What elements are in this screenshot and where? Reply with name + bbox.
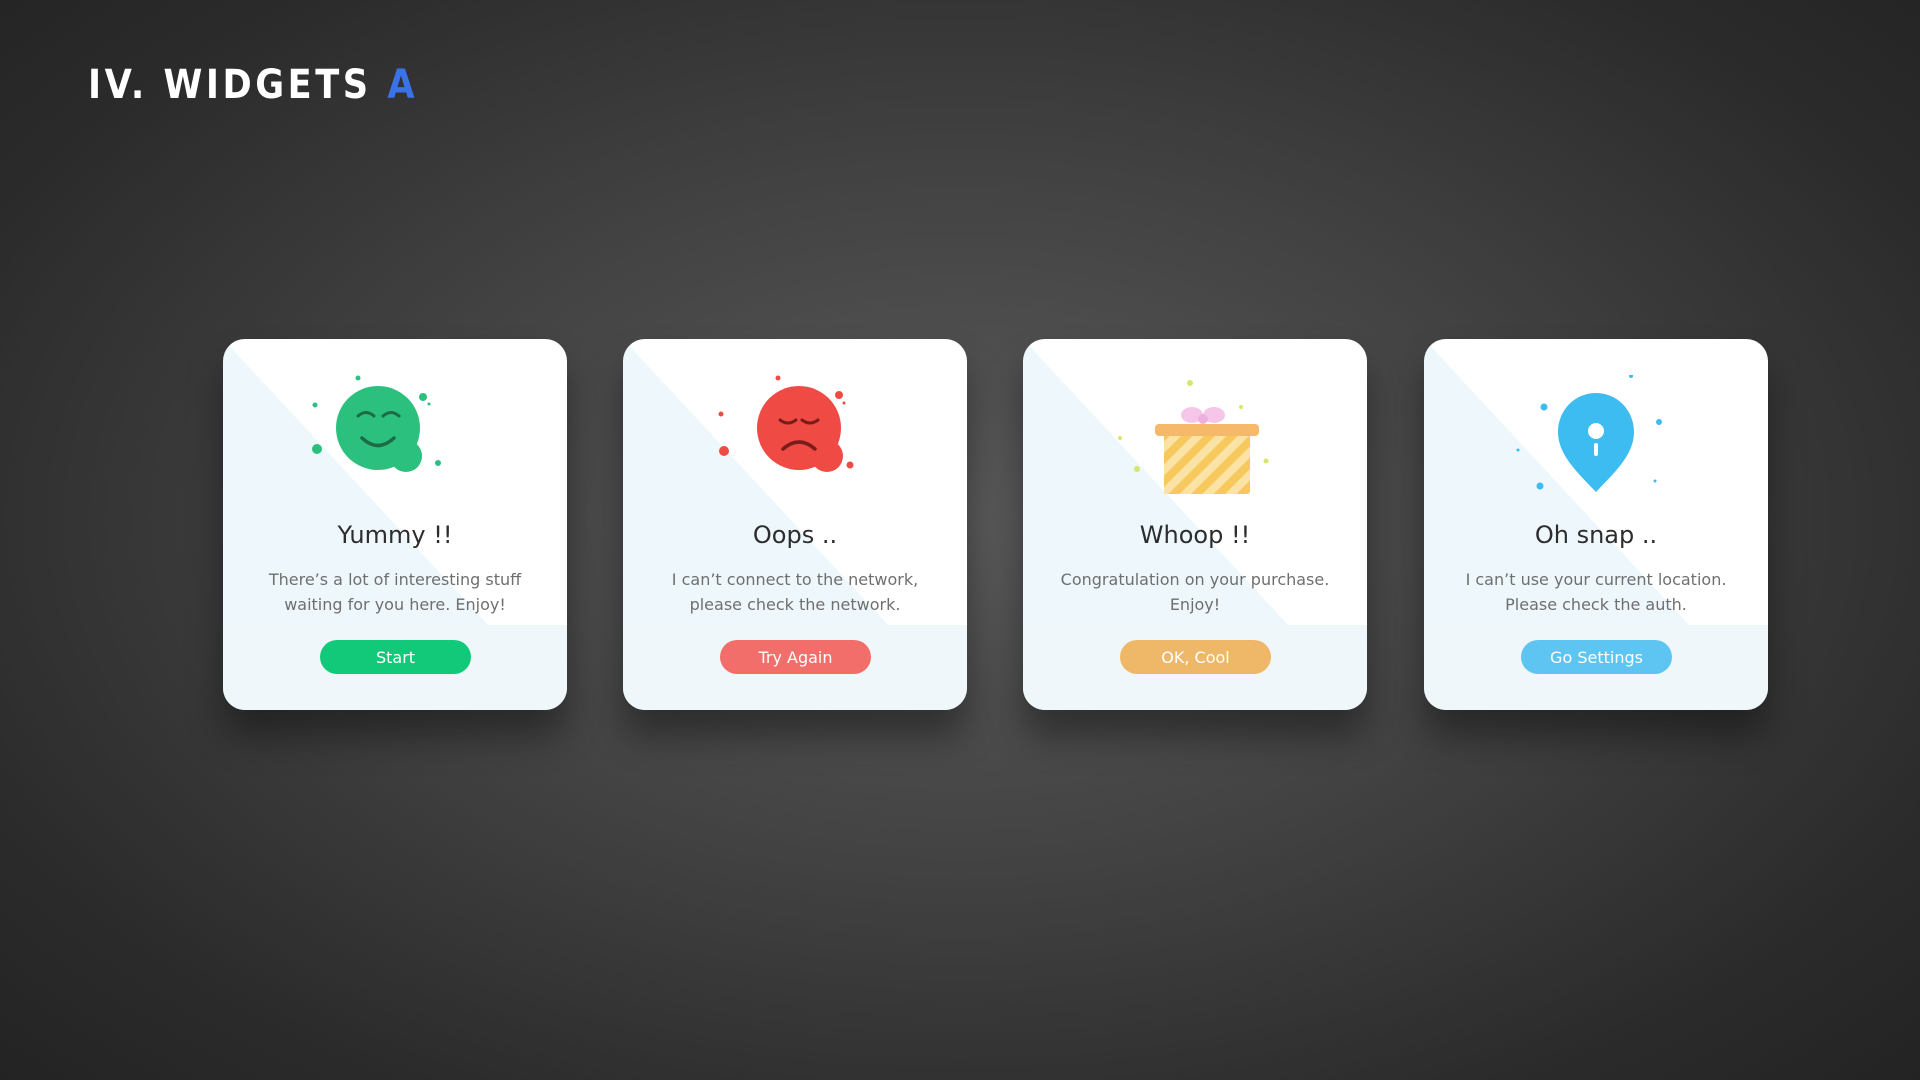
card-message-line: There’s a lot of interesting stuff <box>268 570 522 589</box>
card-title: Whoop !! <box>1139 521 1251 549</box>
happy-face-icon <box>295 375 495 505</box>
card-message-line: Congratulation on your purchase. <box>1060 570 1330 589</box>
card-title: Yummy !! <box>337 521 453 549</box>
error-card: Oops .. I can’t connect to the network, … <box>623 339 967 710</box>
card-message-line: Enjoy! <box>1169 595 1221 614</box>
card-message-line: Please check the auth. <box>1505 595 1687 614</box>
go-settings-button[interactable]: Go Settings <box>1521 640 1672 674</box>
purchase-card: Whoop !! Congratulation on your purchase… <box>1023 339 1367 710</box>
try-again-button[interactable]: Try Again <box>720 640 871 674</box>
card-message: I can’t use your current location. Pleas… <box>1444 567 1748 617</box>
sad-face-icon <box>695 375 895 505</box>
gift-box-icon <box>1095 375 1295 505</box>
card-title: Oh snap .. <box>1534 521 1658 549</box>
location-pin-icon <box>1496 375 1696 505</box>
widget-cards: Yummy !! There’s a lot of interesting st… <box>0 0 1920 1080</box>
card-message: I can’t connect to the network, please c… <box>643 567 947 617</box>
success-card: Yummy !! There’s a lot of interesting st… <box>223 339 567 710</box>
start-button[interactable]: Start <box>320 640 471 674</box>
card-message-line: please check the network. <box>689 595 901 614</box>
location-card: Oh snap .. I can’t use your current loca… <box>1424 339 1768 710</box>
card-message-line: waiting for you here. Enjoy! <box>284 595 506 614</box>
card-message: Congratulation on your purchase. Enjoy! <box>1043 567 1347 617</box>
card-title: Oops .. <box>752 521 838 549</box>
card-message-line: I can’t use your current location. <box>1465 570 1727 589</box>
card-message: There’s a lot of interesting stuff waiti… <box>243 567 547 617</box>
ok-cool-button[interactable]: OK, Cool <box>1120 640 1271 674</box>
card-message-line: I can’t connect to the network, <box>671 570 919 589</box>
